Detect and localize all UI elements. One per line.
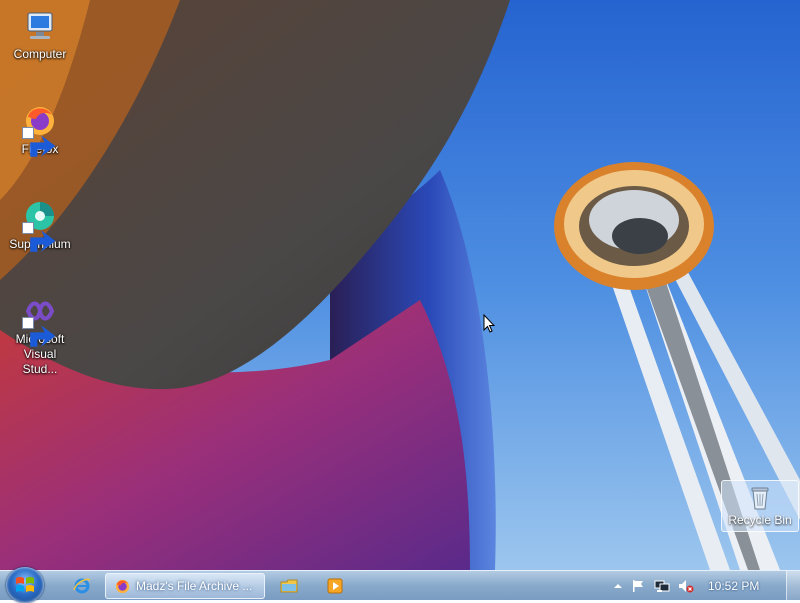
notification-area: 10:52 PM bbox=[610, 571, 800, 601]
desktop-icon-computer[interactable]: Computer bbox=[1, 8, 79, 62]
desktop[interactable]: Computer Firefox Supermium Microsoft Vis… bbox=[0, 0, 800, 570]
taskbar-pinned-internet-explorer[interactable] bbox=[61, 573, 101, 599]
action-center-flag-icon[interactable] bbox=[630, 578, 646, 594]
volume-muted-icon[interactable] bbox=[678, 578, 694, 594]
firefox-icon bbox=[115, 579, 130, 594]
taskbar-window-label: Madz's File Archive ... bbox=[136, 579, 253, 593]
firefox-icon bbox=[22, 103, 58, 157]
desktop-icon-label: Recycle Bin bbox=[728, 513, 792, 527]
desktop-icon-supermium[interactable]: Supermium bbox=[1, 198, 79, 252]
taskbar: Madz's File Archive ... 10:52 PM bbox=[0, 567, 800, 603]
show-desktop-button[interactable] bbox=[786, 571, 800, 601]
desktop-icon-recycle-bin[interactable]: Recycle Bin bbox=[721, 480, 799, 532]
taskbar-pinned-file-explorer[interactable] bbox=[268, 573, 308, 599]
shortcut-arrow-icon bbox=[22, 222, 56, 252]
media-player-icon bbox=[327, 578, 343, 594]
windows-logo-icon bbox=[16, 577, 34, 592]
file-explorer-icon bbox=[280, 579, 298, 593]
recycle-bin-icon bbox=[746, 484, 774, 512]
wallpaper bbox=[0, 0, 800, 570]
desktop-icon-label: Computer bbox=[13, 47, 67, 61]
mouse-pointer-icon bbox=[483, 314, 495, 333]
computer-icon bbox=[22, 8, 58, 44]
desktop-icon-visual-studio[interactable]: Microsoft Visual Stud... bbox=[1, 293, 79, 377]
desktop-icon-firefox[interactable]: Firefox bbox=[1, 103, 79, 157]
taskbar-window-button[interactable]: Madz's File Archive ... bbox=[105, 573, 265, 599]
shortcut-arrow-icon bbox=[22, 127, 56, 157]
visual-studio-icon bbox=[22, 293, 58, 347]
shortcut-arrow-icon bbox=[22, 317, 56, 347]
network-icon[interactable] bbox=[654, 578, 670, 594]
supermium-icon bbox=[22, 198, 58, 252]
show-hidden-icons-icon[interactable] bbox=[610, 578, 626, 594]
taskbar-pinned-media-player[interactable] bbox=[314, 573, 354, 599]
start-button[interactable] bbox=[6, 567, 44, 603]
internet-explorer-icon bbox=[73, 578, 91, 594]
clock[interactable]: 10:52 PM bbox=[708, 579, 759, 593]
